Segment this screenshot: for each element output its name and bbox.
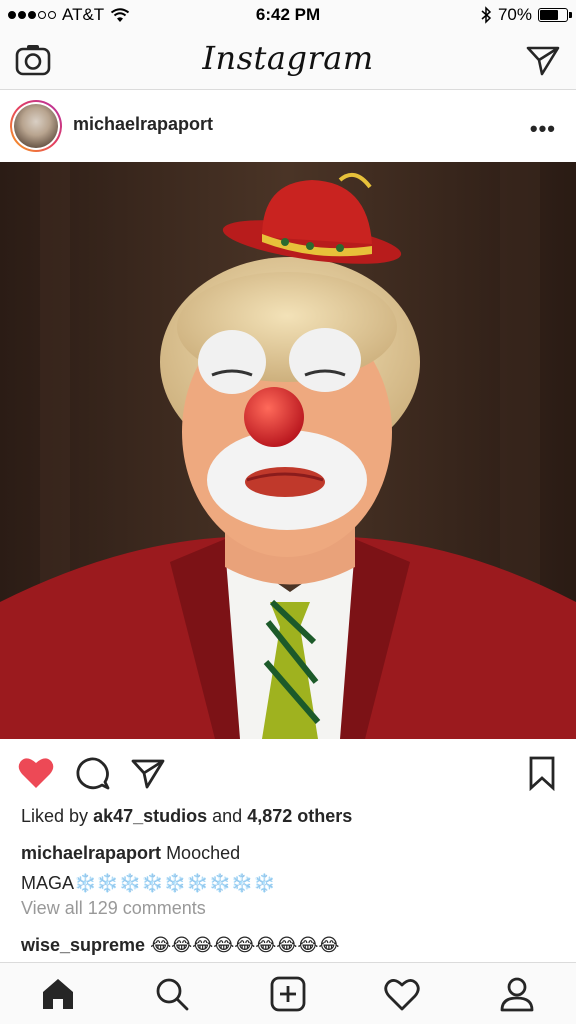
post-photo[interactable] xyxy=(0,162,576,739)
comment-text: 😂😂😂😂😂😂😂😂😂 xyxy=(150,935,340,955)
search-icon[interactable] xyxy=(153,975,191,1013)
caption: michaelrapaport Mooched MAGA❄️❄️❄️❄️❄️❄️… xyxy=(21,838,561,898)
post-header: michaelrapaport ••• xyxy=(0,90,576,162)
caption-line-2: MAGA❄️❄️❄️❄️❄️❄️❄️❄️❄️ xyxy=(21,873,276,893)
more-options-icon[interactable]: ••• xyxy=(530,116,556,142)
comment-icon[interactable] xyxy=(74,755,112,791)
instagram-logo: Instagram xyxy=(202,39,374,77)
bluetooth-icon xyxy=(481,6,492,24)
top-nav-bar: Instagram xyxy=(0,30,576,90)
like-heart-icon[interactable] xyxy=(17,755,55,791)
activity-heart-icon[interactable] xyxy=(383,975,421,1013)
status-bar: AT&T 6:42 PM 70% xyxy=(0,0,576,30)
post-actions xyxy=(0,739,576,809)
battery-group: 70% xyxy=(480,5,572,25)
share-icon[interactable] xyxy=(129,755,167,791)
likes-prefix: Liked by xyxy=(21,806,89,826)
avatar[interactable] xyxy=(10,100,62,152)
post-username[interactable]: michaelrapaport xyxy=(73,114,213,135)
direct-message-icon[interactable] xyxy=(524,42,562,78)
battery-percent: 70% xyxy=(497,5,532,24)
home-icon[interactable] xyxy=(39,975,77,1013)
battery-icon xyxy=(538,8,572,22)
profile-icon[interactable] xyxy=(498,975,536,1013)
likes-others[interactable]: 4,872 others xyxy=(247,806,352,826)
likes-and: and xyxy=(212,806,243,826)
caption-username[interactable]: michaelrapaport xyxy=(21,843,161,863)
likes-line: Liked by ak47_studios and 4,872 others xyxy=(21,806,352,827)
add-post-icon[interactable] xyxy=(269,975,307,1013)
bottom-tab-bar xyxy=(0,962,576,1024)
comment: wise_supreme 😂😂😂😂😂😂😂😂😂 xyxy=(21,935,339,956)
comment-username[interactable]: wise_supreme xyxy=(21,935,145,955)
caption-line-1: Mooched xyxy=(166,843,241,863)
liked-by-user[interactable]: ak47_studios xyxy=(93,806,207,826)
bookmark-icon[interactable] xyxy=(523,755,561,792)
view-all-comments-link[interactable]: View all 129 comments xyxy=(21,898,206,919)
